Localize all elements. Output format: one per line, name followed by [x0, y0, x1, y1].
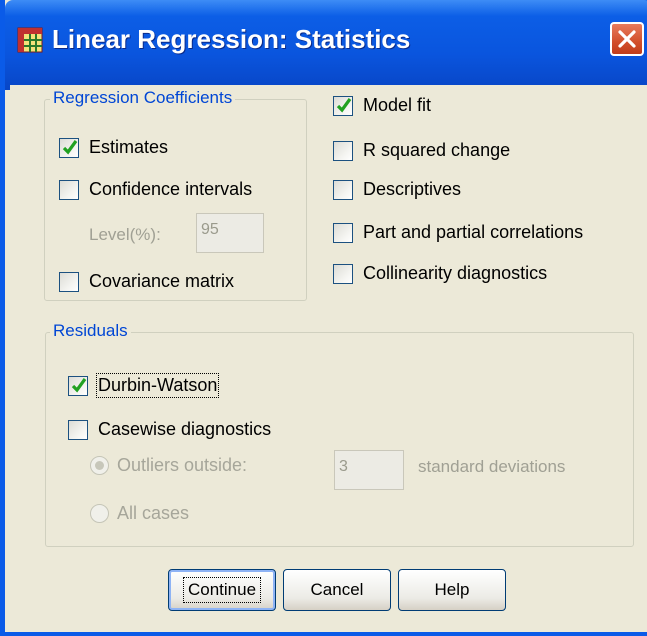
standard-deviations-label: standard deviations — [418, 457, 566, 476]
dialog-client-area: Regression Coefficients Estimates Confid… — [10, 85, 647, 632]
durbin-watson-option[interactable]: Durbin-Watson — [68, 373, 220, 398]
model-fit-checkbox[interactable] — [333, 95, 353, 116]
collinearity-diagnostics-checkbox[interactable] — [333, 263, 353, 284]
durbin-watson-checkbox[interactable] — [68, 375, 88, 396]
estimates-option[interactable]: Estimates — [59, 137, 168, 158]
model-fit-label: Model fit — [363, 95, 432, 115]
durbin-watson-label: Durbin-Watson — [95, 373, 220, 398]
close-button[interactable] — [610, 22, 644, 56]
checkmark-icon — [336, 97, 352, 112]
part-partial-correlations-checkbox[interactable] — [333, 222, 353, 243]
regression-coefficients-legend: Regression Coefficients — [50, 88, 236, 108]
confidence-intervals-label: Confidence intervals — [89, 179, 253, 199]
level-label: Level(%): — [89, 225, 161, 244]
r-squared-change-label: R squared change — [363, 140, 511, 160]
outliers-outside-label: Outliers outside: — [117, 455, 248, 475]
collinearity-diagnostics-option[interactable]: Collinearity diagnostics — [333, 263, 547, 284]
part-partial-correlations-option[interactable]: Part and partial correlations — [333, 222, 583, 243]
descriptives-option[interactable]: Descriptives — [333, 179, 461, 200]
part-partial-correlations-label: Part and partial correlations — [363, 222, 584, 242]
all-cases-option[interactable]: All cases — [90, 503, 189, 524]
descriptives-label: Descriptives — [363, 179, 462, 199]
covariance-matrix-label: Covariance matrix — [89, 271, 235, 291]
casewise-diagnostics-checkbox[interactable] — [68, 419, 88, 440]
estimates-label: Estimates — [89, 137, 169, 157]
outliers-sd-input[interactable]: 3 — [334, 450, 404, 490]
window-title: Linear Regression: Statistics — [52, 24, 411, 54]
all-cases-radio[interactable] — [90, 504, 109, 523]
all-cases-label: All cases — [117, 503, 190, 523]
r-squared-change-option[interactable]: R squared change — [333, 140, 510, 161]
continue-button-label: Continue — [182, 577, 262, 603]
spss-grid-icon — [17, 27, 43, 53]
level-input[interactable]: 95 — [196, 213, 264, 253]
cancel-button-label: Cancel — [310, 580, 364, 599]
checkmark-icon — [62, 139, 78, 154]
r-squared-change-checkbox[interactable] — [333, 140, 353, 161]
residuals-legend: Residuals — [50, 321, 131, 341]
model-fit-option[interactable]: Model fit — [333, 95, 431, 116]
dialog-window: Linear Regression: Statistics Regression… — [0, 0, 647, 636]
casewise-diagnostics-label: Casewise diagnostics — [98, 419, 272, 439]
help-button-label: Help — [434, 580, 470, 599]
descriptives-checkbox[interactable] — [333, 179, 353, 200]
estimates-checkbox[interactable] — [59, 137, 79, 158]
collinearity-diagnostics-label: Collinearity diagnostics — [363, 263, 548, 283]
confidence-intervals-option[interactable]: Confidence intervals — [59, 179, 252, 200]
outliers-outside-radio[interactable] — [90, 456, 109, 475]
continue-button[interactable]: Continue — [168, 569, 276, 611]
help-button[interactable]: Help — [398, 569, 506, 611]
cancel-button[interactable]: Cancel — [283, 569, 391, 611]
casewise-diagnostics-option[interactable]: Casewise diagnostics — [68, 419, 271, 440]
covariance-matrix-checkbox[interactable] — [59, 271, 79, 292]
covariance-matrix-option[interactable]: Covariance matrix — [59, 271, 234, 292]
outliers-outside-option[interactable]: Outliers outside: — [90, 455, 247, 476]
checkmark-icon — [71, 377, 87, 392]
title-bar[interactable]: Linear Regression: Statistics — [5, 0, 647, 90]
radio-selected-dot — [95, 461, 104, 470]
confidence-intervals-checkbox[interactable] — [59, 179, 79, 200]
